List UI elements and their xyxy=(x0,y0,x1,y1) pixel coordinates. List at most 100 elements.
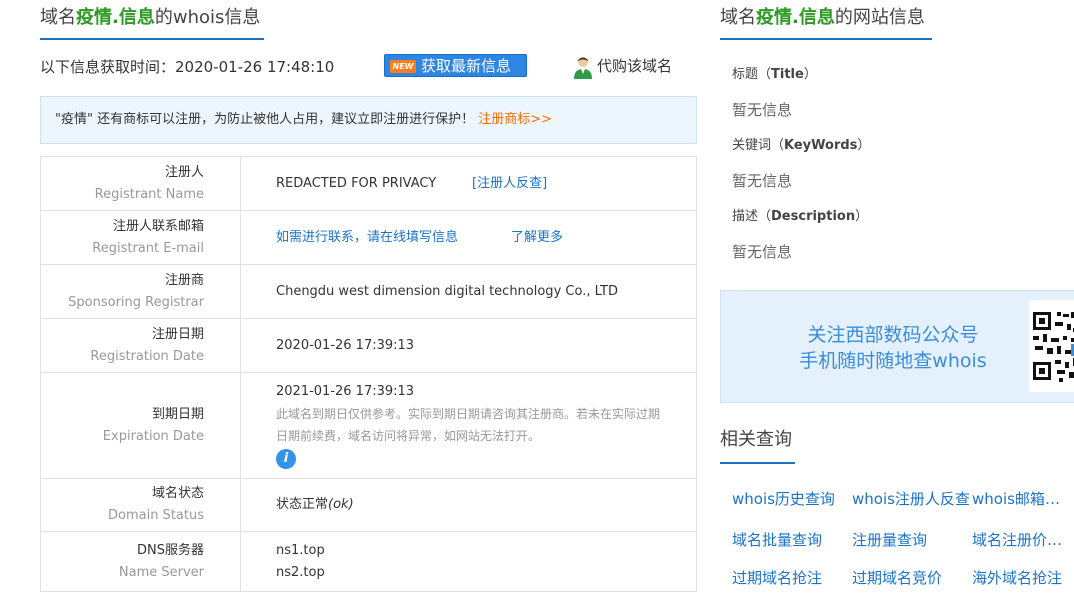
email-label: 注册人联系邮箱 Registrant E-mail xyxy=(40,210,241,265)
fetch-latest-label: 获取最新信息 xyxy=(421,57,512,75)
related-queries: 相关查询 whois历史查询 whois注册人反查 whois邮箱反查 域名批量… xyxy=(720,420,1074,587)
key-cn: 关键词（ xyxy=(732,138,785,153)
exp-date-value: 2021-01-26 17:39:13 此域名到期日仅供参考。实际到期日期请咨询… xyxy=(240,372,697,479)
description-key: 描述（Description） xyxy=(732,199,1074,235)
label-en: Registrant Name xyxy=(94,186,204,202)
learn-more-link[interactable]: 了解更多 xyxy=(511,230,563,245)
buy-domain-link[interactable]: 代购该域名 xyxy=(572,54,672,80)
banner-line1: 关注西部数码公众号 xyxy=(807,324,979,346)
keywords-key: 关键词（KeyWords） xyxy=(732,128,1074,164)
reg-date-value: 2020-01-26 17:39:13 xyxy=(240,318,697,373)
info-icon[interactable]: i xyxy=(276,449,296,469)
related-link-overseas-snatch[interactable]: 海外域名抢注 xyxy=(972,567,1074,588)
label-en: Registrant E-mail xyxy=(92,240,204,256)
whois-section-title: 域名疫情.信息的whois信息 xyxy=(40,0,697,40)
info-bar: 以下信息获取时间：2020-01-26 17:48:10 NEW 获取最新信息 … xyxy=(40,40,697,92)
buy-domain-label: 代购该域名 xyxy=(597,57,673,75)
table-row: 注册人 Registrant Name REDACTED FOR PRIVACY… xyxy=(40,156,697,211)
site-section-title: 域名疫情.信息的网站信息 xyxy=(720,0,1074,40)
title-underline xyxy=(720,462,795,464)
registrar-value: Chengdu west dimension digital technolog… xyxy=(240,264,697,319)
key-close: ） xyxy=(857,138,871,153)
wechat-banner[interactable]: 关注西部数码公众号 手机随时随地查whois xyxy=(720,290,1074,403)
label-cn: 到期日期 xyxy=(151,406,204,422)
label-en: Registration Date xyxy=(90,348,204,364)
banner-line2: 手机随时随地查whois xyxy=(799,350,987,372)
related-link-price-query[interactable]: 域名注册价格查询 xyxy=(972,529,1074,550)
keywords-value: 暂无信息 xyxy=(732,172,793,190)
title-domain: 疫情.信息 xyxy=(756,7,835,28)
notice-text: "疫情" 还有商标可以注册，为防止被他人占用，建议立即注册进行保护！ xyxy=(55,112,475,127)
registrant-label: 注册人 Registrant Name xyxy=(40,156,241,211)
exp-date-note: 此域名到期日仅供参考。实际到期日期请咨询其注册商。若未在实际过期日期前续费，域名… xyxy=(276,407,661,443)
registrant-reverse-link[interactable]: [注册人反查] xyxy=(472,176,547,191)
label-cn: 注册人联系邮箱 xyxy=(112,218,204,234)
table-row: 注册日期 Registration Date 2020-01-26 17:39:… xyxy=(40,318,697,373)
title-value: 暂无信息 xyxy=(732,101,793,119)
site-info-list: 标题（Title） 暂无信息 关键词（KeyWords） 暂无信息 描述（Des… xyxy=(720,57,1074,270)
title-suffix: 的whois信息 xyxy=(154,7,261,28)
label-en: Sponsoring Registrar xyxy=(68,294,204,310)
related-link-whois-history[interactable]: whois历史查询 xyxy=(732,488,844,509)
register-trademark-link[interactable]: 注册商标>> xyxy=(478,112,552,127)
whois-panel: 域名疫情.信息的whois信息 以下信息获取时间：2020-01-26 17:4… xyxy=(40,0,697,592)
site-info-panel: 域名疫情.信息的网站信息 标题（Title） 暂无信息 关键词（KeyWords… xyxy=(720,0,1074,587)
related-link-registrant-reverse[interactable]: whois注册人反查 xyxy=(852,488,974,509)
dns-label: DNS服务器 Name Server xyxy=(40,531,241,592)
description-value: 暂无信息 xyxy=(732,243,793,261)
related-title-text: 相关查询 xyxy=(720,429,792,450)
status-label: 域名状态 Domain Status xyxy=(40,478,241,532)
title-suffix: 的网站信息 xyxy=(834,7,925,28)
related-link-registration-count[interactable]: 注册量查询 xyxy=(852,529,964,550)
related-link-email-reverse[interactable]: whois邮箱反查 xyxy=(972,488,1074,509)
new-badge-icon: NEW xyxy=(390,60,416,73)
registrant-value: REDACTED FOR PRIVACY [注册人反查] xyxy=(240,156,697,211)
exp-date-label: 到期日期 Expiration Date xyxy=(40,372,241,479)
label-cn: 注册人 xyxy=(164,164,204,180)
table-row: 注册人联系邮箱 Registrant E-mail 如需进行联系，请在线填写信息… xyxy=(40,210,697,265)
registrar-label: 注册商 Sponsoring Registrar xyxy=(40,264,241,319)
key-close: ） xyxy=(855,209,869,224)
reg-date-label: 注册日期 Registration Date xyxy=(40,318,241,373)
title-prefix: 域名 xyxy=(40,7,76,28)
title-domain: 疫情.信息 xyxy=(76,7,155,28)
title-underline xyxy=(720,38,932,40)
table-row: 注册商 Sponsoring Registrar Chengdu west di… xyxy=(40,264,697,319)
person-icon xyxy=(574,57,592,79)
whois-table: 注册人 Registrant Name REDACTED FOR PRIVACY… xyxy=(40,156,697,592)
key-en: Title xyxy=(771,67,804,82)
title-key: 标题（Title） xyxy=(732,57,1074,93)
title-prefix: 域名 xyxy=(720,7,756,28)
key-cn: 描述（ xyxy=(732,209,772,224)
qr-code-icon xyxy=(1029,300,1074,392)
related-title: 相关查询 xyxy=(720,420,1074,464)
related-link-batch-query[interactable]: 域名批量查询 xyxy=(732,529,844,550)
label-en: Name Server xyxy=(118,564,204,580)
table-row: DNS服务器 Name Server ns1.top ns2.top xyxy=(40,531,697,592)
banner-text: 关注西部数码公众号 手机随时随地查whois xyxy=(788,322,998,374)
email-value: 如需进行联系，请在线填写信息 了解更多 xyxy=(240,210,697,265)
label-en: Domain Status xyxy=(107,508,204,523)
key-close: ） xyxy=(803,67,817,82)
related-link-expired-snatch[interactable]: 过期域名抢注 xyxy=(732,567,844,588)
key-en: KeyWords xyxy=(784,138,858,153)
ns2-text: ns2.top xyxy=(276,564,325,580)
table-row: 域名状态 Domain Status 状态正常(ok) xyxy=(40,478,697,532)
trademark-notice: "疫情" 还有商标可以注册，为防止被他人占用，建议立即注册进行保护！ 注册商标>… xyxy=(40,96,697,144)
key-cn: 标题（ xyxy=(732,67,772,82)
dns-value: ns1.top ns2.top xyxy=(240,531,697,592)
ns1-text: ns1.top xyxy=(276,542,325,558)
fetch-time-label: 以下信息获取时间：2020-01-26 17:48:10 xyxy=(40,58,335,76)
label-en: Expiration Date xyxy=(102,428,204,444)
status-code: (ok) xyxy=(328,497,354,512)
status-value: 状态正常(ok) xyxy=(240,478,697,532)
related-link-expired-bid[interactable]: 过期域名竞价 xyxy=(852,567,964,588)
key-en: Description xyxy=(771,209,856,224)
registrant-name: REDACTED FOR PRIVACY xyxy=(276,175,437,191)
label-cn: DNS服务器 xyxy=(137,542,204,558)
label-cn: 注册日期 xyxy=(151,326,204,342)
status-text: 状态正常 xyxy=(276,497,329,512)
fetch-latest-button[interactable]: NEW 获取最新信息 xyxy=(384,54,527,77)
label-cn: 注册商 xyxy=(164,272,204,288)
contact-online-link[interactable]: 如需进行联系，请在线填写信息 xyxy=(276,227,511,249)
